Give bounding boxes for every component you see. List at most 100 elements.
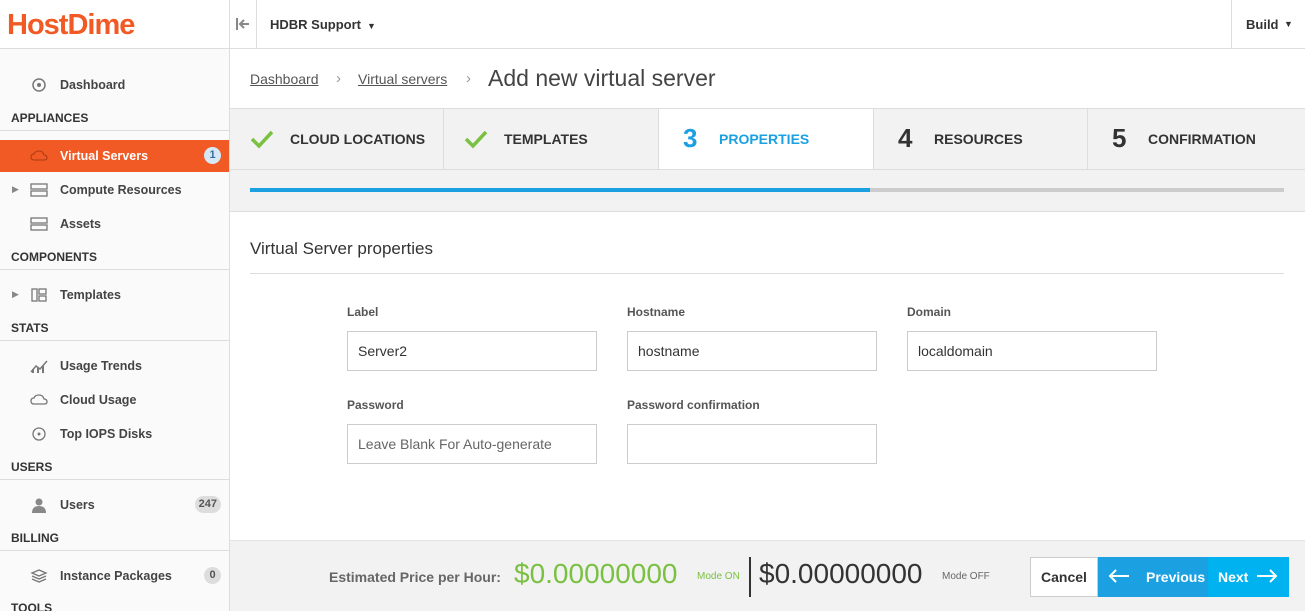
section-label: TOOLS xyxy=(11,601,53,611)
sidebar-item-users[interactable]: Users 247 xyxy=(0,489,229,521)
brand-logo[interactable]: HostDime xyxy=(0,0,230,48)
next-button[interactable]: Next xyxy=(1208,557,1289,597)
section-tools: TOOLS xyxy=(0,595,229,611)
price-mode-off: $0.00000000 xyxy=(759,558,923,589)
chevron-down-icon: ▼ xyxy=(1284,19,1293,29)
chevron-right-icon: › xyxy=(466,70,471,87)
sidebar-item-usage-trends[interactable]: Usage Trends xyxy=(0,350,229,382)
top-bar: HostDime HDBR Support ▼ Build ▼ xyxy=(0,0,1305,49)
count-badge: 1 xyxy=(204,147,221,164)
section-users: USERS xyxy=(0,454,229,480)
section-label: APPLIANCES xyxy=(11,111,89,125)
sidebar-item-label: Usage Trends xyxy=(60,359,142,373)
sidebar-item-instance-packages[interactable]: Instance Packages 0 xyxy=(0,560,229,592)
domain-input[interactable] xyxy=(907,331,1157,371)
hostname-input[interactable] xyxy=(627,331,877,371)
step-name: TEMPLATES xyxy=(504,131,588,147)
label-input[interactable] xyxy=(347,331,597,371)
check-icon xyxy=(250,130,274,149)
logo-text[interactable]: HostDime xyxy=(7,9,135,42)
previous-label: Previous xyxy=(1146,569,1206,585)
domain-field-label: Domain xyxy=(907,305,952,319)
sidebar-item-label: Virtual Servers xyxy=(60,149,149,163)
cloud-icon xyxy=(30,150,48,161)
main-content: Dashboard › Virtual servers › Add new vi… xyxy=(230,49,1305,611)
step-templates[interactable]: TEMPLATES xyxy=(444,109,659,169)
page-title: Add new virtual server xyxy=(488,65,716,91)
section-components: COMPONENTS xyxy=(0,244,229,270)
step-confirmation[interactable]: 5 CONFIRMATION xyxy=(1088,109,1305,169)
section-stats: STATS xyxy=(0,315,229,341)
sidebar-item-label: Top IOPS Disks xyxy=(60,427,153,441)
build-label: Build xyxy=(1246,17,1279,32)
step-name: CONFIRMATION xyxy=(1148,131,1256,147)
step-properties[interactable]: 3 PROPERTIES xyxy=(659,109,874,169)
section-label: BILLING xyxy=(11,531,59,545)
step-number: 4 xyxy=(898,123,913,153)
build-menu[interactable]: Build ▼ xyxy=(1231,0,1305,48)
password-field-label: Password xyxy=(347,398,404,412)
sidebar-collapse-button[interactable] xyxy=(230,0,257,48)
expand-arrow-icon[interactable]: ▶ xyxy=(12,289,19,300)
user-icon xyxy=(32,498,46,513)
breadcrumb-virtual-servers-link[interactable]: Virtual servers xyxy=(358,71,447,87)
sidebar-item-top-iops[interactable]: Top IOPS Disks xyxy=(0,418,229,450)
trend-chart-icon xyxy=(30,360,48,373)
sidebar-item-label: Dashboard xyxy=(60,78,126,92)
sidebar-item-label: Users xyxy=(60,498,95,512)
server-icon xyxy=(30,217,48,231)
dashboard-icon xyxy=(32,78,46,92)
step-name: CLOUD LOCATIONS xyxy=(290,131,426,147)
password-confirm-field-label: Password confirmation xyxy=(627,398,760,412)
password-confirm-input[interactable] xyxy=(627,424,877,464)
previous-button[interactable]: Previous xyxy=(1098,557,1208,597)
arrow-left-icon xyxy=(1108,569,1129,583)
chevron-down-icon: ▼ xyxy=(367,21,376,31)
count-badge: 247 xyxy=(194,496,221,513)
sidebar-item-dashboard[interactable]: Dashboard xyxy=(0,69,229,101)
section-label: COMPONENTS xyxy=(11,250,98,264)
cancel-button[interactable]: Cancel xyxy=(1030,557,1098,597)
price-divider xyxy=(749,557,751,597)
templates-icon xyxy=(31,288,47,302)
breadcrumb-dashboard-link[interactable]: Dashboard xyxy=(250,71,319,87)
wizard-steps: CLOUD LOCATIONS TEMPLATES 3 PROPERTIES 4… xyxy=(230,108,1305,170)
sidebar-item-label: Compute Resources xyxy=(60,183,182,197)
disk-icon xyxy=(32,427,46,441)
next-label: Next xyxy=(1218,569,1249,585)
org-name: HDBR Support xyxy=(270,17,361,32)
password-input[interactable] xyxy=(347,424,597,464)
check-icon xyxy=(464,130,488,149)
sidebar-item-label: Instance Packages xyxy=(60,569,172,583)
divider xyxy=(250,273,1284,274)
section-appliances: APPLIANCES xyxy=(0,105,229,131)
mode-on-label: Mode ON xyxy=(697,571,740,582)
sidebar-item-label: Templates xyxy=(60,288,121,302)
hostname-field-label: Hostname xyxy=(627,305,686,319)
sidebar-item-label: Cloud Usage xyxy=(60,393,137,407)
cloud-usage-icon xyxy=(30,394,48,405)
label-field-label: Label xyxy=(347,305,379,319)
sidebar-item-virtual-servers[interactable]: Virtual Servers 1 xyxy=(0,140,229,172)
progress-track xyxy=(250,188,1284,192)
sidebar: Dashboard APPLIANCES Virtual Servers 1 ▶… xyxy=(0,49,230,611)
section-title: Virtual Server properties xyxy=(250,239,433,258)
sidebar-item-templates[interactable]: ▶ Templates xyxy=(0,279,229,311)
collapse-icon xyxy=(236,18,249,30)
step-name: RESOURCES xyxy=(934,131,1023,147)
sidebar-item-assets[interactable]: Assets xyxy=(0,208,229,240)
step-number: 5 xyxy=(1112,123,1127,153)
layers-icon xyxy=(30,569,48,583)
wizard-footer: Estimated Price per Hour: $0.00000000 Mo… xyxy=(230,540,1305,611)
org-selector[interactable]: HDBR Support ▼ xyxy=(270,17,376,32)
sidebar-item-compute-resources[interactable]: ▶ Compute Resources xyxy=(0,174,229,206)
step-number: 3 xyxy=(683,123,698,153)
step-resources[interactable]: 4 RESOURCES xyxy=(874,109,1088,169)
chevron-right-icon: › xyxy=(336,70,341,87)
sidebar-item-cloud-usage[interactable]: Cloud Usage xyxy=(0,384,229,416)
step-cloud-locations[interactable]: CLOUD LOCATIONS xyxy=(230,109,444,169)
count-badge: 0 xyxy=(204,567,221,584)
wizard-progress xyxy=(230,170,1305,212)
expand-arrow-icon[interactable]: ▶ xyxy=(12,184,19,195)
section-billing: BILLING xyxy=(0,525,229,551)
